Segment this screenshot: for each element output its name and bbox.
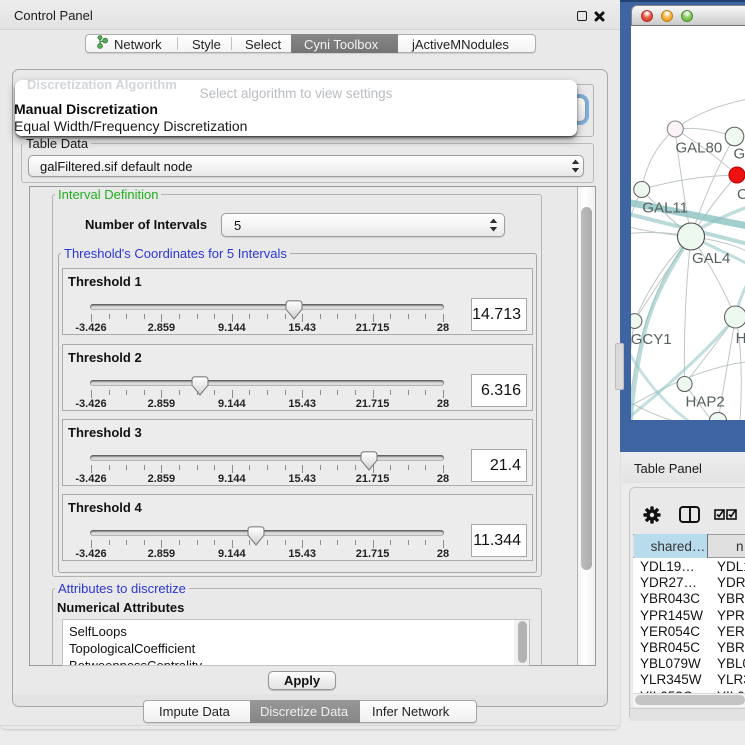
svg-text:GA…: GA… xyxy=(734,146,745,163)
svg-text:H: H xyxy=(736,330,745,347)
svg-text:GAL4: GAL4 xyxy=(692,250,730,267)
svg-text:GCY1: GCY1 xyxy=(631,331,672,348)
svg-text:GAL11: GAL11 xyxy=(642,200,688,217)
svg-text:C…: C… xyxy=(737,186,745,203)
svg-text:HAP2: HAP2 xyxy=(686,394,725,411)
svg-text:GAL80: GAL80 xyxy=(676,140,723,157)
